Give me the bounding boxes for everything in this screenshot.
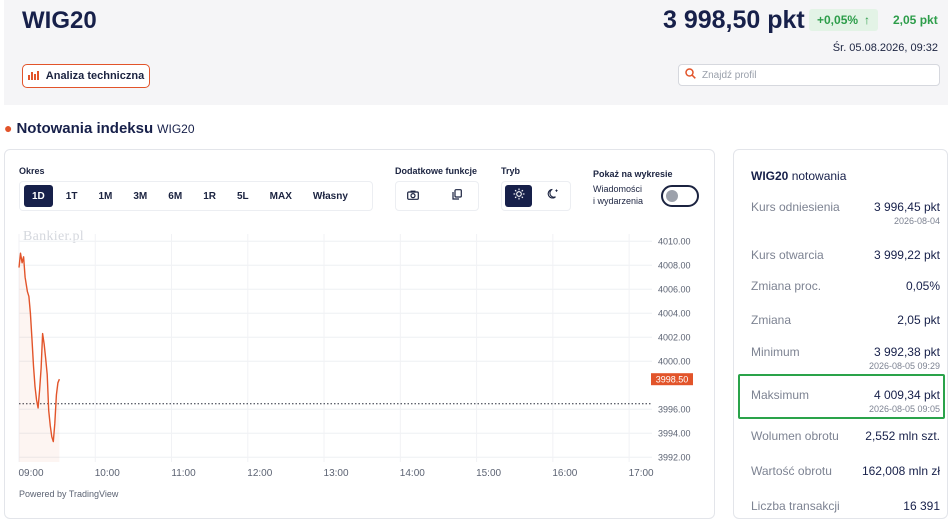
section-subtitle: WIG20 xyxy=(157,122,195,136)
profile-search xyxy=(678,64,940,86)
maximum-highlight xyxy=(738,374,945,419)
quote-label: Kurs otwarcia xyxy=(751,248,824,262)
section-title: Notowania indeksu xyxy=(16,120,154,137)
period-button-1d[interactable]: 1D xyxy=(24,185,53,207)
period-button-max[interactable]: MAX xyxy=(262,185,300,207)
instrument-title: WIG20 xyxy=(22,7,97,34)
watermark-logo: Bankier.pl xyxy=(23,229,84,244)
bar-chart-icon xyxy=(27,70,40,83)
search-input[interactable] xyxy=(702,69,932,81)
quote-label: Wartość obrotu xyxy=(751,464,832,478)
dark-mode-button[interactable] xyxy=(540,185,566,207)
extra-functions-group xyxy=(395,181,479,211)
extra-functions-label: Dodatkowe funkcje xyxy=(395,166,478,176)
current-price: 3 998,50 pkt xyxy=(663,6,805,34)
quote-value: 16 391 xyxy=(903,499,940,513)
camera-icon xyxy=(407,187,419,205)
moon-icon xyxy=(547,187,559,205)
technical-analysis-button[interactable]: Analiza techniczna xyxy=(22,64,150,88)
quote-label: Kurs odniesienia xyxy=(751,200,840,214)
quote-value: 3 996,45 pkt xyxy=(873,200,940,214)
quote-label: Minimum xyxy=(751,345,800,359)
change-percent: +0,05% xyxy=(817,13,859,27)
quote-value: 2,05 pkt xyxy=(897,313,940,327)
quote-datetime: Śr. 05.08.2026, 09:32 xyxy=(832,42,938,54)
sun-icon xyxy=(513,187,525,205)
show-on-chart-label: Pokaż na wykresie xyxy=(593,169,673,179)
technical-analysis-label: Analiza techniczna xyxy=(45,70,145,82)
period-button-1r[interactable]: 1R xyxy=(195,185,224,207)
quote-value: 2,552 mln szt. xyxy=(865,429,940,443)
period-button-5l[interactable]: 5L xyxy=(229,185,257,207)
bullet-icon: ● xyxy=(4,120,13,136)
copy-button[interactable] xyxy=(444,185,470,207)
arrow-up-icon: ↑ xyxy=(864,13,871,27)
mode-label: Tryb xyxy=(501,166,521,176)
quote-label: Zmiana proc. xyxy=(751,279,822,293)
news-events-label: Wiadomości i wydarzenia xyxy=(593,184,644,206)
quote-label: Wolumen obrotu xyxy=(751,429,839,443)
mode-group xyxy=(501,181,571,211)
section-heading: ● Notowania indeksu WIG20 xyxy=(4,120,195,137)
toggle-knob xyxy=(666,190,678,202)
light-mode-button[interactable] xyxy=(505,185,533,207)
change-absolute: 2,05 pkt xyxy=(893,13,938,27)
quotes-card: WIG20 notowania Kurs odniesienia 3 996,45… xyxy=(733,149,948,519)
period-label: Okres xyxy=(19,166,45,176)
period-button-1m[interactable]: 1M xyxy=(90,185,120,207)
instrument-header xyxy=(4,0,948,105)
period-button-6m[interactable]: 6M xyxy=(160,185,190,207)
chart-card: Okres 1D 1T 1M 3M 6M 1R 5L MAX Własny Dodatkowe … xyxy=(4,149,715,519)
period-button-1t[interactable]: 1T xyxy=(58,185,86,207)
quote-value: 0,05% xyxy=(905,279,940,293)
period-button-3m[interactable]: 3M xyxy=(125,185,155,207)
quotes-title: WIG20 notowania xyxy=(751,169,847,183)
search-icon xyxy=(685,66,696,84)
news-events-toggle[interactable] xyxy=(661,185,699,207)
quote-value: 3 992,38 pkt xyxy=(873,345,940,359)
copy-icon xyxy=(452,187,462,205)
quote-label: Liczba transakcji xyxy=(751,499,840,513)
screenshot-button[interactable] xyxy=(400,185,426,207)
period-selector: 1D 1T 1M 3M 6M 1R 5L MAX Własny xyxy=(19,181,373,211)
quote-label: Zmiana xyxy=(751,313,792,327)
quote-date: 2026-08-05 09:29 xyxy=(868,361,940,371)
tradingview-credit[interactable]: Powered by TradingView xyxy=(19,489,118,499)
change-percent-badge: +0,05% ↑ xyxy=(809,9,879,31)
quote-date: 2026-08-04 xyxy=(893,216,940,226)
quote-value: 162,008 mln zł xyxy=(861,464,940,478)
period-button-własny[interactable]: Własny xyxy=(305,185,356,207)
quote-value: 3 999,22 pkt xyxy=(873,248,940,262)
